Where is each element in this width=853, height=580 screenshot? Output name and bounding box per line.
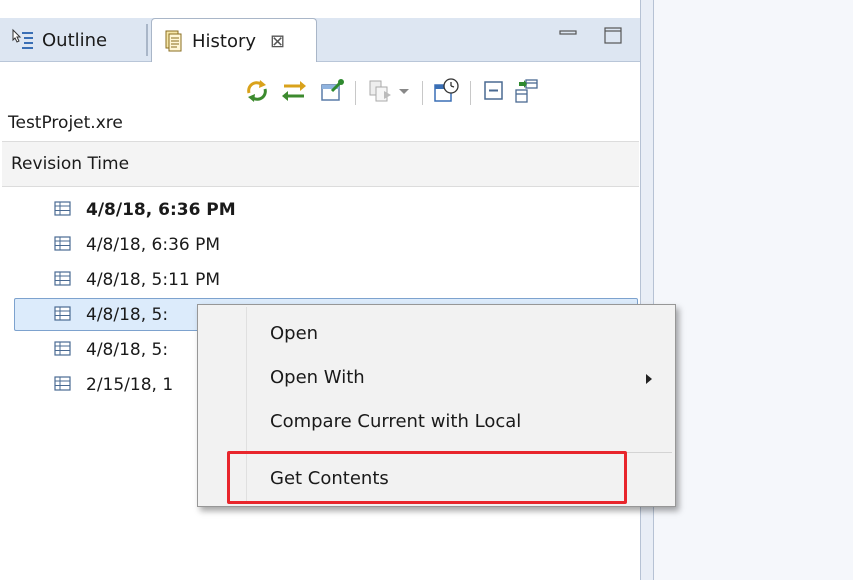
group-by-date-icon[interactable] [432,77,460,105]
table-grid-icon [54,306,72,322]
collapse-all-icon[interactable] [480,77,508,105]
menu-item-compare-current-with-local[interactable]: Compare Current with Local [270,411,521,432]
link-editor-icon[interactable] [280,77,308,105]
compare-mode-icon[interactable] [366,77,394,105]
toolbar-separator [422,81,423,105]
submenu-arrow-icon [646,374,652,384]
row-revision-time: 4/8/18, 6:36 PM [86,234,221,255]
table-grid-icon [54,376,72,392]
table-row[interactable]: 4/8/18, 6:36 PM [0,192,640,227]
minimize-icon[interactable] [557,24,579,46]
row-revision-time: 4/8/18, 5:11 PM [86,269,221,290]
outline-icon [10,27,36,53]
table-grid-icon [54,341,72,357]
dropdown-icon[interactable] [396,77,412,105]
history-toolbar [0,62,647,108]
editor-area [654,0,853,580]
row-revision-time: 4/8/18, 6:36 PM [86,199,236,220]
tab-outline[interactable]: Outline [6,18,150,62]
history-icon [160,28,186,54]
layout-icon[interactable] [512,77,540,105]
tab-history[interactable]: History ⊠ [151,18,317,63]
tab-separator [146,24,148,56]
column-header-revision-time[interactable]: Revision Time [2,141,639,187]
table-row[interactable]: 4/8/18, 6:36 PM [0,227,640,262]
table-row[interactable]: 4/8/18, 5:11 PM [0,262,640,297]
tab-history-label: History [192,30,257,52]
view-tab-bar: Outline History ⊠ [0,0,647,63]
table-grid-icon [54,201,72,217]
row-revision-time: 2/15/18, 1 [86,374,174,395]
tab-outline-label: Outline [42,29,108,51]
file-path-label: TestProjet.xre [8,113,123,133]
row-revision-time: 4/8/18, 5: [86,304,169,325]
pin-icon[interactable] [318,77,346,105]
toolbar-separator [355,81,356,105]
close-tab-icon[interactable]: ⊠ [270,31,285,52]
maximize-icon[interactable] [602,24,624,46]
row-revision-time: 4/8/18, 5: [86,339,169,360]
table-grid-icon [54,236,72,252]
table-grid-icon [54,271,72,287]
menu-item-open[interactable]: Open [270,323,318,344]
menu-item-open-with[interactable]: Open With [270,367,365,388]
annotation-highlight-box [227,451,627,504]
column-header-label: Revision Time [11,154,130,174]
toolbar-separator [470,81,471,105]
refresh-icon[interactable] [243,77,271,105]
